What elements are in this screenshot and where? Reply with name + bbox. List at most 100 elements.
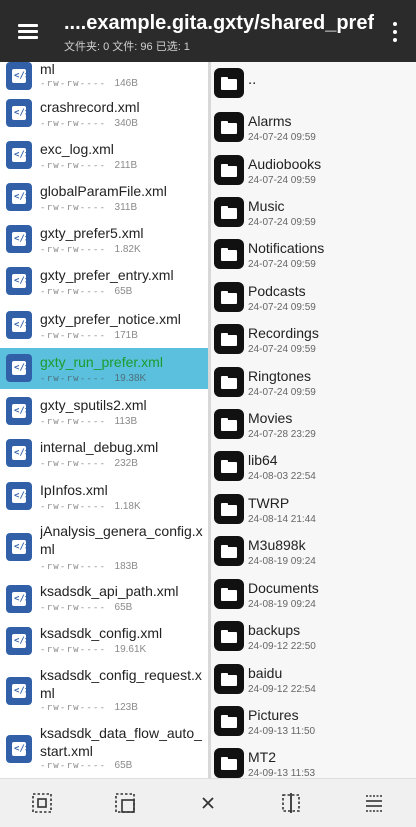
menu-icon[interactable] [14,18,46,46]
folder-name: .. [248,71,257,88]
path-title[interactable]: ....example.gita.gxty/shared_prefs/ [64,12,374,35]
select-all-icon[interactable] [30,791,54,815]
select-range-icon[interactable] [113,791,137,815]
right-folder-pane[interactable]: .. Alarms 24-07-24 09:59 Audiobooks 24-0… [211,62,416,778]
folder-name: baidu [248,665,283,681]
folder-name: lib64 [248,452,278,468]
xml-file-icon: </> [6,627,32,655]
xml-file-icon: </> [6,354,32,382]
split-view-icon[interactable] [279,791,303,815]
folder-icon [214,324,244,354]
file-meta: -rw-rw---- 183B [40,561,138,572]
left-file-pane[interactable]: </> ml -rw-rw---- 146B </> crashrecord.x… [0,62,208,778]
folder-name: Ringtones [248,368,312,384]
file-meta: -rw-rw---- 1.18K [40,501,141,512]
folder-icon [214,748,244,778]
folder-row[interactable]: Ringtones 24-07-24 09:59 [211,362,416,404]
folder-icon [214,579,244,609]
file-name: ksadsdk_config_request.xml [40,667,202,701]
file-row[interactable]: </> internal_debug.xml -rw-rw---- 232B [0,432,208,474]
file-row[interactable]: </> ksadsdk_config.xml -rw-rw---- 19.61K [0,620,208,662]
folder-row[interactable]: backups 24-09-12 22:50 [211,616,416,658]
folder-date: 24-07-24 09:59 [248,259,316,270]
folder-row[interactable]: M3u898k 24-08-19 09:24 [211,531,416,573]
file-row[interactable]: </> ksadsdk_data_flow_auto_start.xml -rw… [0,720,208,778]
file-row[interactable]: </> gxty_prefer5.xml -rw-rw---- 1.82K [0,218,208,260]
folder-date: 24-08-19 09:24 [248,599,316,610]
file-row[interactable]: </> IpInfos.xml -rw-rw---- 1.18K [0,475,208,517]
folder-date: 24-08-19 09:24 [248,556,316,567]
folder-name: M3u898k [248,537,306,553]
folder-row[interactable]: baidu 24-09-12 22:54 [211,659,416,701]
folder-row[interactable]: Recordings 24-07-24 09:59 [211,319,416,361]
folder-row[interactable]: Documents 24-08-19 09:24 [211,574,416,616]
folder-row[interactable]: Music 24-07-24 09:59 [211,192,416,234]
folder-row-parent[interactable]: .. [211,63,416,105]
folder-row[interactable]: Pictures 24-09-13 11:50 [211,701,416,743]
folder-name: Movies [248,410,293,426]
folder-icon [214,68,244,98]
top-app-bar: ....example.gita.gxty/shared_prefs/ 文件夹:… [0,0,416,62]
folder-icon [214,451,244,481]
file-name: exc_log.xml [40,141,114,157]
folder-name: Notifications [248,240,325,256]
xml-file-icon: </> [6,183,32,211]
file-row[interactable]: </> ksadsdk_api_path.xml -rw-rw---- 65B [0,578,208,620]
folder-row[interactable]: Notifications 24-07-24 09:59 [211,234,416,276]
file-meta: -rw-rw---- 65B [40,286,133,297]
folder-row[interactable]: MT2 24-09-13 11:53 [211,743,416,778]
folder-date: 24-07-24 09:59 [248,302,316,313]
file-row[interactable]: </> gxty_sputils2.xml -rw-rw---- 113B [0,390,208,432]
file-name: jAnalysis_genera_config.xml [40,523,203,557]
file-meta: -rw-rw---- 113B [40,416,138,427]
folder-row[interactable]: Alarms 24-07-24 09:59 [211,107,416,149]
file-row[interactable]: </> gxty_prefer_entry.xml -rw-rw---- 65B [0,260,208,302]
selection-summary: 文件夹: 0 文件: 96 已选: 1 [64,41,190,53]
more-options-icon[interactable] [388,20,402,44]
folder-icon [214,197,244,227]
folder-row[interactable]: TWRP 24-08-14 21:44 [211,489,416,531]
folder-name: Music [248,198,285,214]
file-name: gxty_prefer_entry.xml [40,267,174,283]
list-icon[interactable] [362,791,386,815]
folder-row[interactable]: Movies 24-07-28 23:29 [211,404,416,446]
file-meta: -rw-rw---- 65B [40,760,133,771]
file-row[interactable]: </> ml -rw-rw---- 146B [0,62,208,92]
file-meta: -rw-rw---- 1.82K [40,244,141,255]
xml-file-icon: </> [6,99,32,127]
folder-date: 24-07-24 09:59 [248,344,316,355]
file-name: gxty_prefer_notice.xml [40,311,181,327]
file-row[interactable]: </> crashrecord.xml -rw-rw---- 340B [0,92,208,134]
file-row[interactable]: </> globalParamFile.xml -rw-rw---- 311B [0,176,208,218]
file-row-selected[interactable]: </> gxty_run_prefer.xml -rw-rw---- 19.38… [0,348,208,389]
file-row[interactable]: </> gxty_prefer_notice.xml -rw-rw---- 17… [0,304,208,346]
file-meta: -rw-rw---- 19.61K [40,644,147,655]
close-icon[interactable] [196,791,220,815]
folder-date: 24-07-24 09:59 [248,175,316,186]
folder-row[interactable]: lib64 24-08-03 22:54 [211,446,416,488]
folder-date: 24-08-14 21:44 [248,514,316,525]
file-name: crashrecord.xml [40,99,140,115]
file-meta: -rw-rw---- 171B [40,330,138,341]
xml-file-icon: </> [6,482,32,510]
file-name: gxty_sputils2.xml [40,397,147,413]
folder-name: Alarms [248,113,292,129]
folder-row[interactable]: Audiobooks 24-07-24 09:59 [211,150,416,192]
file-meta: -rw-rw---- 232B [40,458,138,469]
file-name: ksadsdk_config.xml [40,625,163,641]
xml-file-icon: </> [6,62,32,90]
bottom-toolbar [0,778,416,827]
file-name: gxty_run_prefer.xml [40,354,163,370]
folder-name: backups [248,622,301,638]
folder-row[interactable]: Podcasts 24-07-24 09:59 [211,277,416,319]
file-name: ksadsdk_api_path.xml [40,583,179,599]
file-meta: -rw-rw---- 65B [40,602,133,613]
xml-file-icon: </> [6,735,32,763]
folder-icon [214,155,244,185]
file-row[interactable]: </> ksadsdk_config_request.xml -rw-rw---… [0,662,208,720]
folder-name: Podcasts [248,283,306,299]
file-row[interactable]: </> jAnalysis_genera_config.xml -rw-rw--… [0,518,208,578]
file-name: internal_debug.xml [40,439,159,455]
file-row[interactable]: </> exc_log.xml -rw-rw---- 211B [0,134,208,176]
xml-file-icon: </> [6,141,32,169]
